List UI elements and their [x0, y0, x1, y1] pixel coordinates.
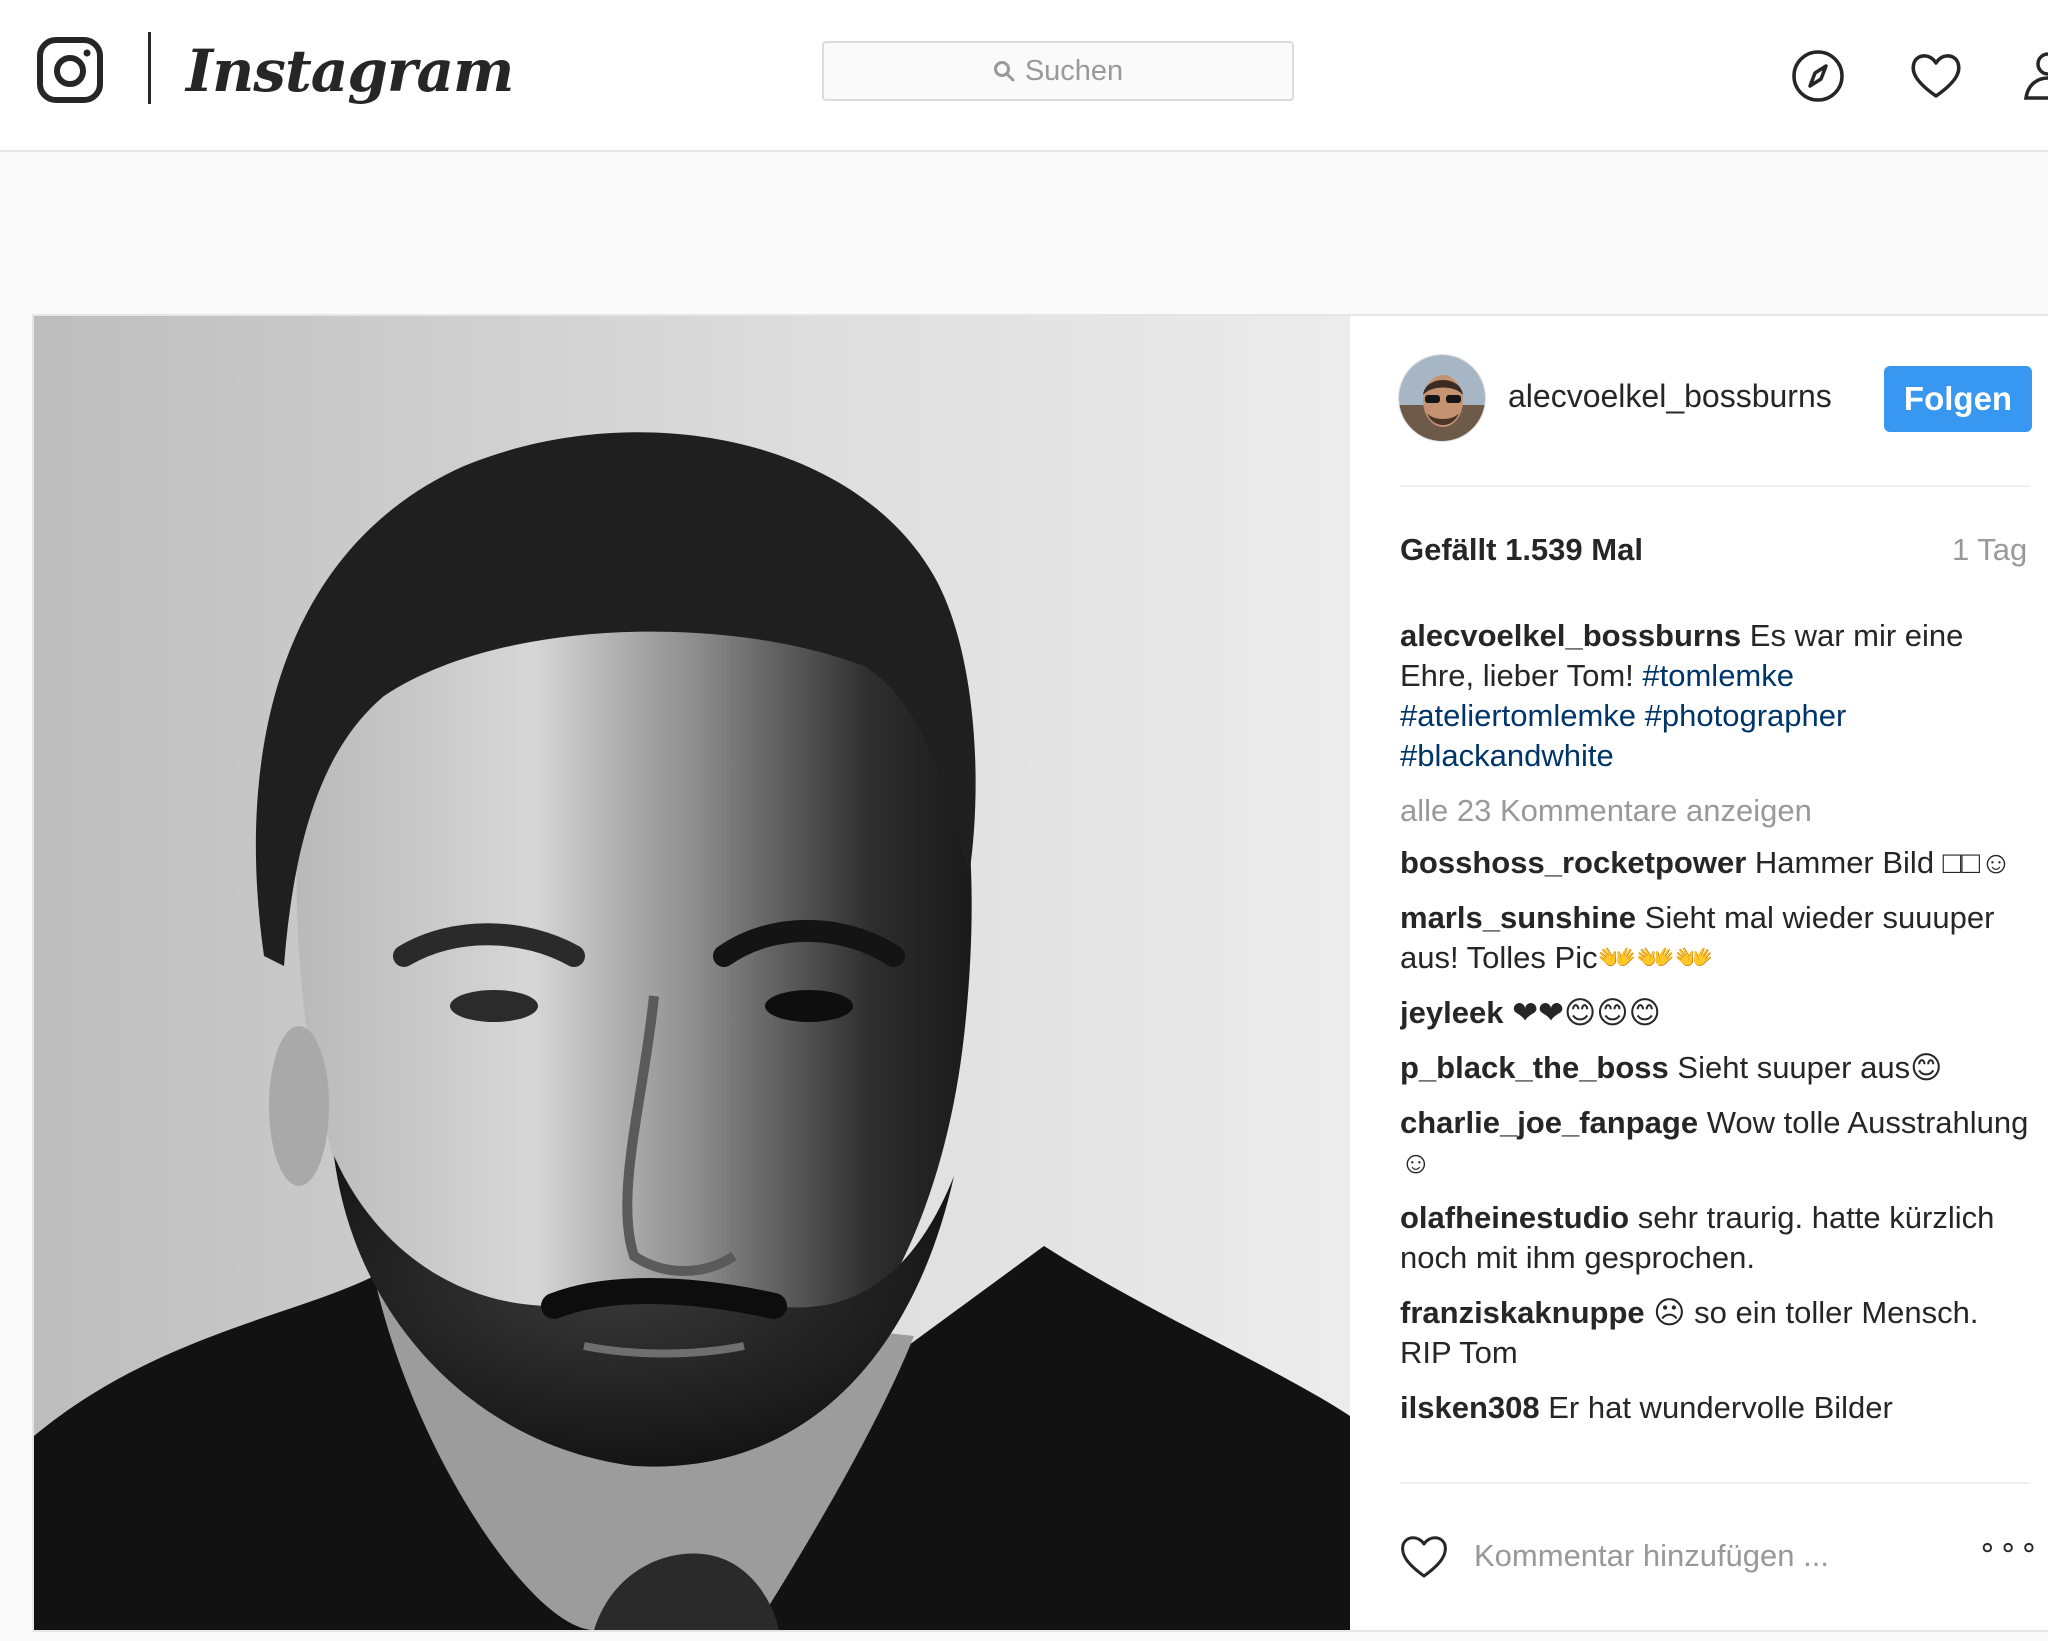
hashtag-link[interactable]: #ateliertomlemke: [1400, 698, 1636, 733]
comment-item: olafheinestudio sehr traurig. hatte kürz…: [1400, 1198, 2030, 1278]
view-all-comments-link[interactable]: alle 23 Kommentare anzeigen: [1400, 791, 2030, 831]
comment-username[interactable]: ilsken308: [1400, 1390, 1540, 1425]
caption: alecvoelkel_bossburns Es war mir eine Eh…: [1400, 616, 2030, 776]
hashtag-link[interactable]: #tomlemke: [1642, 658, 1794, 693]
instagram-logo-icon[interactable]: [36, 36, 104, 104]
likes-count[interactable]: Gefällt 1.539 Mal: [1400, 532, 1643, 568]
post-photo[interactable]: [34, 316, 1350, 1630]
comment-item: bosshoss_rocketpower Hammer Bild □□☺: [1400, 843, 2030, 883]
logo-divider: [148, 32, 151, 104]
comment-username[interactable]: marls_sunshine: [1400, 900, 1636, 935]
divider: [1400, 1482, 2030, 1484]
comment-item: charlie_joe_fanpage Wow tolle Ausstrahlu…: [1400, 1103, 2030, 1183]
hashtag-link[interactable]: #photographer: [1645, 698, 1847, 733]
avatar-image: [1399, 355, 1485, 441]
compass-icon[interactable]: [1790, 48, 1846, 104]
profile-icon[interactable]: [2022, 48, 2048, 104]
follow-button[interactable]: Folgen: [1884, 366, 2032, 432]
top-navigation-bar: Instagram Suchen: [0, 0, 2048, 152]
comment-username[interactable]: charlie_joe_fanpage: [1400, 1105, 1698, 1140]
instagram-wordmark[interactable]: Instagram: [186, 26, 514, 116]
comment-text: Er hat wundervolle Bilder: [1548, 1390, 1893, 1425]
comment-username[interactable]: olafheinestudio: [1400, 1200, 1629, 1235]
comment-username[interactable]: bosshoss_rocketpower: [1400, 845, 1746, 880]
divider: [1400, 485, 2030, 487]
comment-username[interactable]: jeyleek: [1400, 995, 1503, 1030]
comment-item: jeyleek ❤❤😊😊😊: [1400, 993, 2030, 1033]
comment-item: marls_sunshine Sieht mal wieder suuuper …: [1400, 898, 2030, 978]
comment-item: p_black_the_boss Sieht suuper aus😊: [1400, 1048, 2030, 1088]
search-placeholder: Suchen: [1024, 54, 1124, 87]
more-options-button[interactable]: ∘∘∘: [1978, 1530, 2040, 1565]
comment-text: Hammer Bild □□☺: [1754, 845, 2012, 880]
avatar[interactable]: [1398, 354, 1486, 442]
heart-icon[interactable]: [1908, 48, 1964, 104]
comment-text: Sieht suuper aus😊: [1677, 1050, 1943, 1085]
comment-item: ilsken308 Er hat wundervolle Bilder: [1400, 1388, 2030, 1428]
comment-item: franziskaknuppe ☹ so ein toller Mensch. …: [1400, 1293, 2030, 1373]
search-icon: [993, 61, 1015, 82]
post-timestamp[interactable]: 1 Tag: [1952, 532, 2027, 568]
comments-list: alecvoelkel_bossburns Es war mir eine Eh…: [1400, 616, 2030, 1482]
add-comment-input[interactable]: Kommentar hinzufügen ...: [1474, 1538, 1829, 1574]
comment-username[interactable]: p_black_the_boss: [1400, 1050, 1669, 1085]
comment-text: ❤❤😊😊😊: [1512, 995, 1661, 1030]
hashtag-link[interactable]: #blackandwhite: [1400, 738, 1614, 773]
portrait-image: [34, 316, 1350, 1630]
caption-username[interactable]: alecvoelkel_bossburns: [1400, 618, 1741, 653]
like-heart-icon[interactable]: [1398, 1532, 1450, 1580]
search-input[interactable]: Suchen: [822, 41, 1294, 101]
comment-username[interactable]: franziskaknuppe: [1400, 1295, 1645, 1330]
author-username[interactable]: alecvoelkel_bossburns: [1508, 378, 1832, 415]
